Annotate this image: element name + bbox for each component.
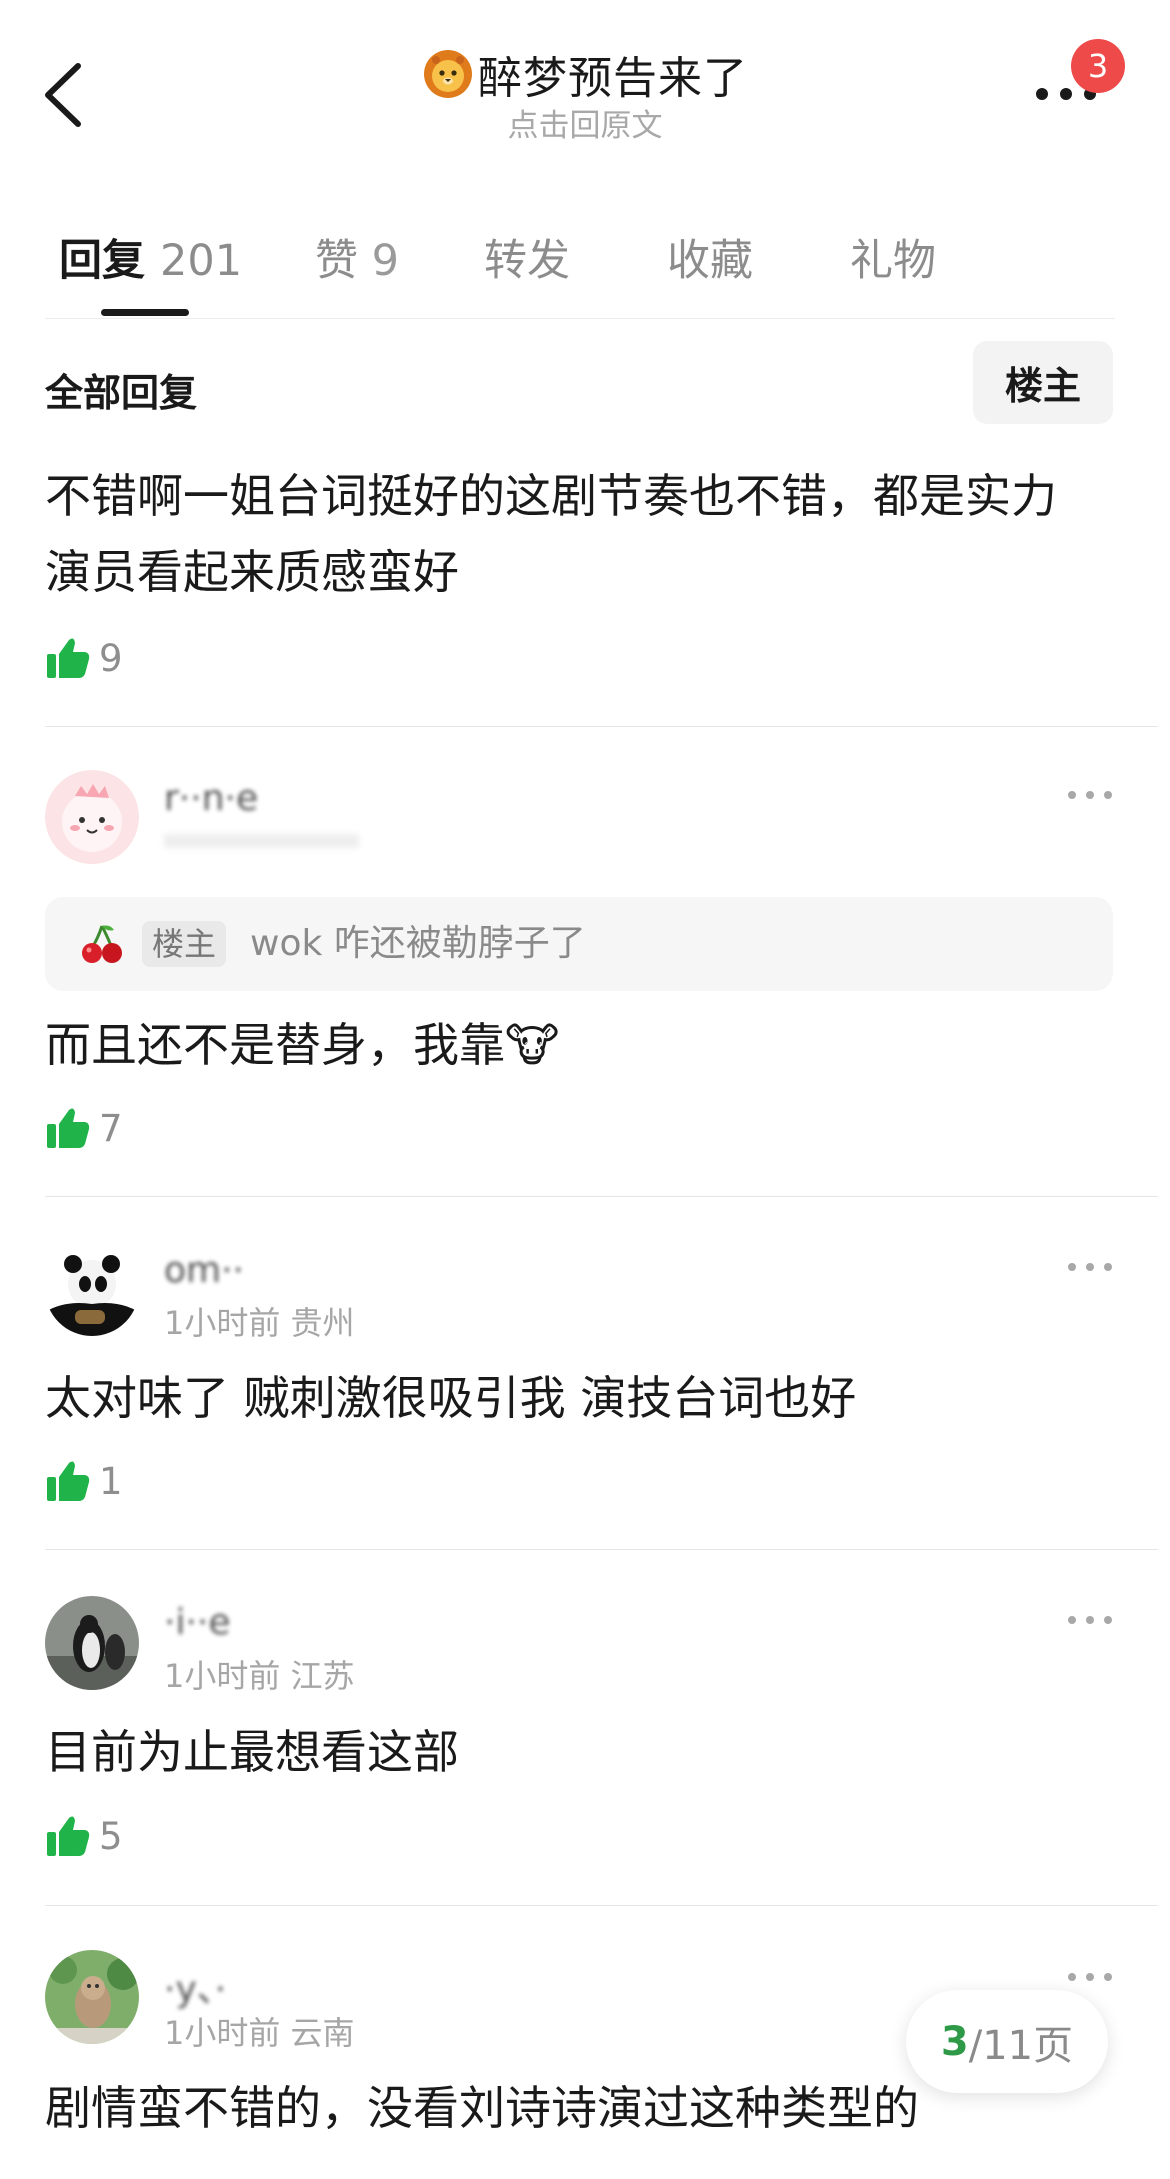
header-title-area: 醉梦预告来了 <box>0 42 1170 106</box>
username[interactable]: om·· <box>164 1250 244 1291</box>
tab-likes[interactable]: 赞 9 <box>315 226 399 288</box>
page-indicator[interactable]: 3 /11页 <box>906 1990 1108 2093</box>
blurred-meta <box>164 834 359 848</box>
thumbs-up-icon <box>47 1816 90 1856</box>
reply-text: 而且还不是替身，我靠🐮 <box>45 1018 560 1072</box>
reply-text: 目前为止最想看这部 <box>45 1725 459 1779</box>
divider <box>45 1905 1158 1906</box>
more-button[interactable] <box>1060 1605 1120 1635</box>
more-dots-icon <box>1068 1616 1112 1624</box>
username[interactable]: r··n·e <box>164 778 258 819</box>
avatar[interactable] <box>45 770 139 864</box>
page-title: 醉梦预告来了 <box>478 53 748 104</box>
tab-label: 礼物 <box>850 236 936 286</box>
owner-filter-button[interactable]: 楼主 <box>973 341 1113 424</box>
divider <box>45 726 1158 727</box>
like-button[interactable]: 5 <box>45 1812 123 1860</box>
tab-reposts[interactable]: 转发 <box>484 226 570 288</box>
thumbs-up-icon <box>47 1461 90 1501</box>
more-dots-icon <box>1068 1263 1112 1271</box>
tab-label: 赞 <box>315 236 358 286</box>
tab-favorites[interactable]: 收藏 <box>667 226 753 288</box>
avatar-image <box>45 1596 139 1690</box>
back-to-original-link[interactable]: 点击回原文 <box>0 100 1170 145</box>
original-comment-text: 不错啊一姐台词挺好的这剧节奏也不错，都是实力 演员看起来质感蛮好 <box>45 458 1125 610</box>
comment-line: 不错啊一姐台词挺好的这剧节奏也不错，都是实力 <box>45 469 1057 523</box>
section-title: 全部回复 <box>45 371 198 415</box>
reply-meta: 1小时前 贵州 <box>164 1304 355 1342</box>
like-count: 5 <box>99 1814 123 1858</box>
more-dots-icon <box>1068 791 1112 799</box>
lion-emoji-icon <box>424 50 472 98</box>
more-button[interactable] <box>1060 780 1120 810</box>
notification-badge: 3 <box>1071 39 1125 93</box>
more-button[interactable] <box>1060 1252 1120 1282</box>
comment-line: 演员看起来质感蛮好 <box>45 545 459 599</box>
current-page: 3 <box>940 2018 969 2065</box>
tab-gifts[interactable]: 礼物 <box>850 226 936 288</box>
like-count: 7 <box>99 1106 123 1150</box>
divider <box>45 318 1115 319</box>
divider <box>45 1549 1158 1550</box>
reply-meta: 1小时前 江苏 <box>164 1657 355 1695</box>
avatar[interactable] <box>45 1596 139 1690</box>
tab-label: 回复 <box>59 236 145 286</box>
avatar[interactable] <box>45 1242 139 1336</box>
like-count: 1 <box>99 1459 123 1503</box>
username[interactable]: ·y、· <box>164 1960 226 2012</box>
username[interactable]: ·i··e <box>164 1602 230 1643</box>
avatar[interactable] <box>45 1950 139 2044</box>
avatar-image <box>45 1242 139 1336</box>
like-count: 9 <box>99 636 123 680</box>
tab-label: 转发 <box>484 236 570 286</box>
tab-count: 201 <box>159 236 243 286</box>
tab-count: 9 <box>371 236 400 286</box>
like-button[interactable]: 7 <box>45 1104 123 1152</box>
more-dots-icon <box>1068 1973 1112 1981</box>
tab-replies[interactable]: 回复 201 <box>59 226 242 288</box>
like-button[interactable]: 9 <box>45 634 123 682</box>
thumbs-up-icon <box>47 638 90 678</box>
tab-indicator <box>101 309 189 316</box>
avatar-image <box>45 1950 139 2044</box>
owner-tag: 楼主 <box>142 921 227 967</box>
tab-label: 收藏 <box>667 236 753 286</box>
quoted-text: wok 咋还被勒脖子了 <box>250 923 586 964</box>
total-pages: /11页 <box>968 2022 1074 2069</box>
divider <box>45 1196 1158 1197</box>
cherry-icon <box>82 925 122 963</box>
more-button[interactable] <box>1060 1962 1120 1992</box>
reply-meta: 1小时前 云南 <box>164 2014 355 2052</box>
avatar-image <box>45 770 139 864</box>
reply-text: 太对味了 贼刺激很吸引我 演技台词也好 <box>45 1371 857 1425</box>
like-button[interactable]: 1 <box>45 1457 123 1505</box>
thumbs-up-icon <box>47 1108 90 1148</box>
